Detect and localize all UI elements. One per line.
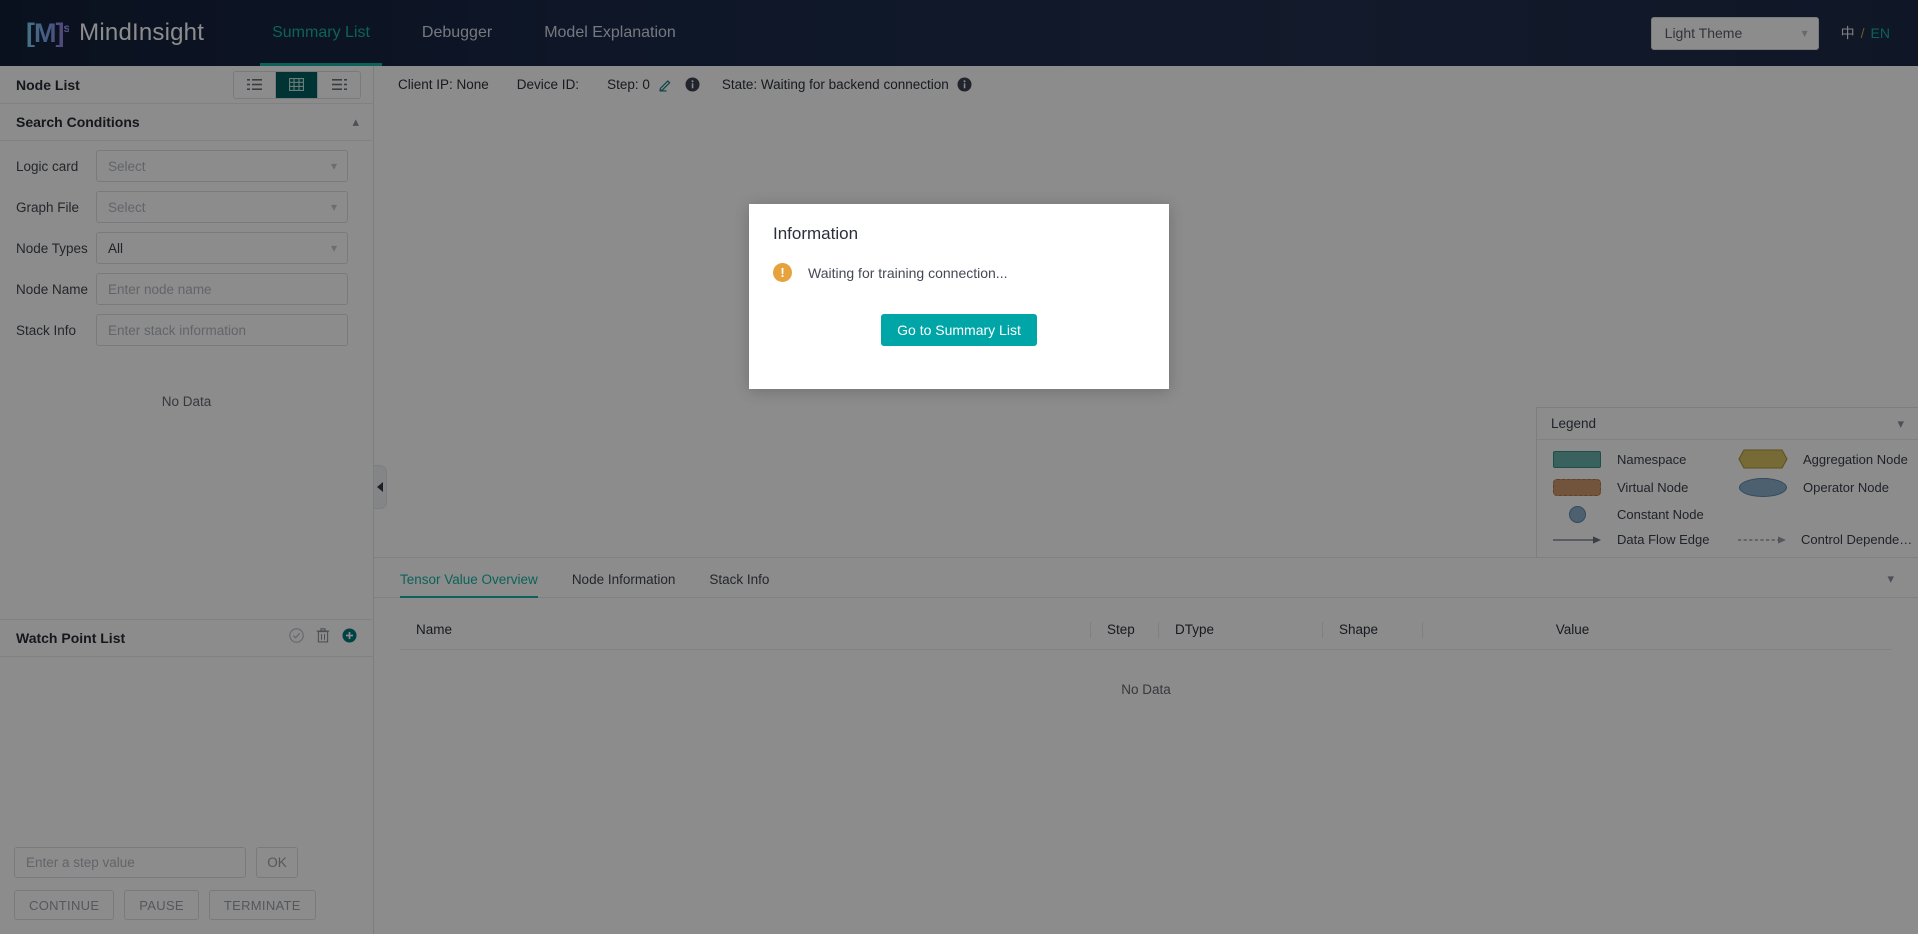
modal-overlay[interactable] (0, 0, 1918, 934)
go-to-summary-list-button[interactable]: Go to Summary List (881, 314, 1037, 346)
app-root: [M]s MindInsight Summary List Debugger M… (0, 0, 1918, 934)
warning-icon: ! (773, 263, 792, 282)
dialog-title: Information (773, 224, 1145, 244)
dialog-message: Waiting for training connection... (808, 265, 1007, 281)
dialog-message-row: ! Waiting for training connection... (773, 263, 1145, 282)
information-dialog: Information ! Waiting for training conne… (749, 204, 1169, 389)
dialog-actions: Go to Summary List (773, 314, 1145, 346)
